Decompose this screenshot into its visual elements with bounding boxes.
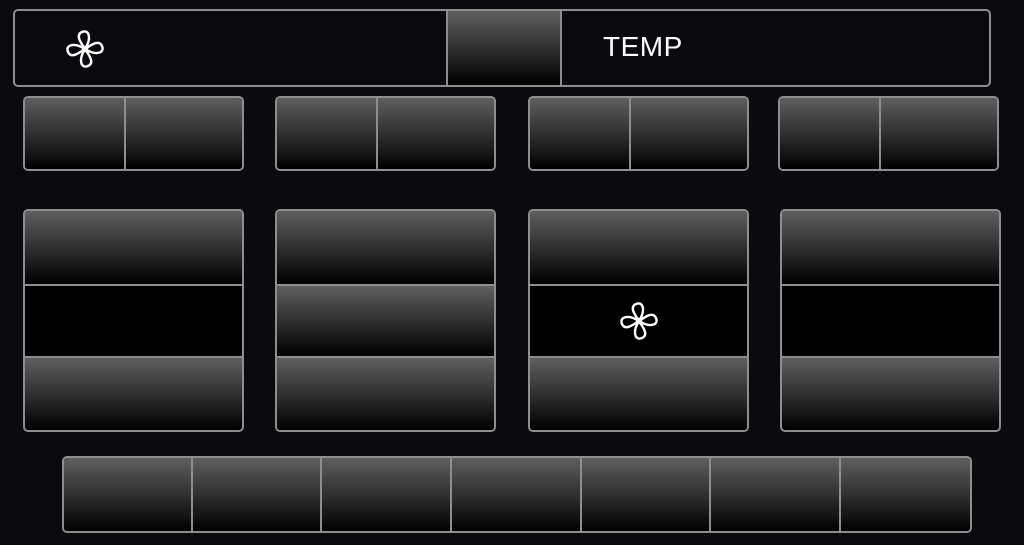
stack-4-top-button[interactable] xyxy=(782,211,999,284)
stack-1-middle-display xyxy=(25,286,242,356)
temp-label: TEMP xyxy=(603,31,683,62)
stack-2-middle-button[interactable] xyxy=(277,286,494,356)
bottom-segment-1[interactable] xyxy=(64,458,191,531)
stack-panel-2 xyxy=(275,209,496,432)
stack-2-bottom-button[interactable] xyxy=(277,358,494,430)
fan-icon xyxy=(619,301,659,341)
stack-4-bottom-button[interactable] xyxy=(782,358,999,430)
stack-1-bottom-button[interactable] xyxy=(25,358,242,430)
group-4-right-button[interactable] xyxy=(881,98,997,169)
bottom-segment-3[interactable] xyxy=(322,458,450,531)
stack-3-top-button[interactable] xyxy=(530,211,747,284)
bottom-segment-6[interactable] xyxy=(711,458,839,531)
split-button-group-4 xyxy=(778,96,999,171)
stack-2-top-button[interactable] xyxy=(277,211,494,284)
group-3-right-button[interactable] xyxy=(631,98,747,169)
group-2-right-button[interactable] xyxy=(378,98,494,169)
split-button-group-2 xyxy=(275,96,496,171)
group-1-right-button[interactable] xyxy=(126,98,242,169)
stack-panel-3 xyxy=(528,209,749,432)
group-3-left-button[interactable] xyxy=(530,98,629,169)
bottom-segment-7[interactable] xyxy=(841,458,970,531)
bottom-segment-5[interactable] xyxy=(582,458,709,531)
bottom-segment-2[interactable] xyxy=(193,458,320,531)
stack-3-middle-display xyxy=(530,286,747,356)
header-center-button[interactable] xyxy=(448,11,560,85)
stack-1-top-button[interactable] xyxy=(25,211,242,284)
split-button-group-3 xyxy=(528,96,749,171)
stack-3-bottom-button[interactable] xyxy=(530,358,747,430)
group-1-left-button[interactable] xyxy=(25,98,124,169)
stack-4-middle-display xyxy=(782,286,999,356)
group-2-left-button[interactable] xyxy=(277,98,376,169)
group-4-left-button[interactable] xyxy=(780,98,879,169)
fan-icon xyxy=(65,29,105,69)
bottom-segment-4[interactable] xyxy=(452,458,580,531)
split-button-group-1 xyxy=(23,96,244,171)
stack-panel-1 xyxy=(23,209,244,432)
bottom-segment-bar xyxy=(62,456,972,533)
stack-panel-4 xyxy=(780,209,1001,432)
header-bar: TEMP xyxy=(13,9,991,87)
